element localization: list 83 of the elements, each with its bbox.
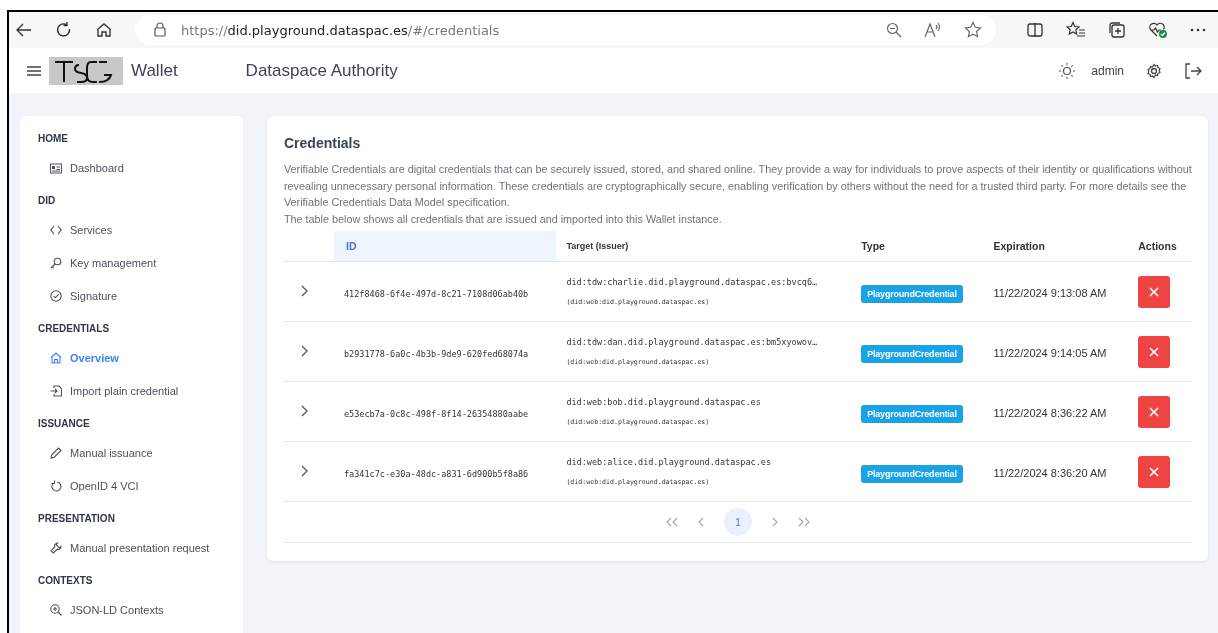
credential-id: 412f8468-6f4e-497d-8c21-7108d06ab40b <box>344 288 529 299</box>
close-icon <box>1149 406 1160 417</box>
credential-id: fa341c7c-e30a-48dc-a831-6d900b5f8a86 <box>344 468 529 479</box>
logo-icon <box>49 56 123 85</box>
wrench-icon <box>50 542 62 554</box>
back-icon[interactable] <box>15 21 33 39</box>
section-heading: CREDENTIALS <box>37 322 111 336</box>
page-title: Dataspace Authority <box>245 60 398 81</box>
zoom-in-icon <box>50 604 62 616</box>
zoom-out-icon[interactable] <box>886 22 902 38</box>
target-did: did:web:alice.did.playground.dataspac.es <box>566 457 773 467</box>
column-header[interactable]: Target (Issuer) <box>556 231 852 262</box>
settings-icon[interactable] <box>1146 62 1162 79</box>
chevron-right-icon[interactable] <box>300 344 308 357</box>
type-badge: PlaygroundCredential <box>861 284 963 303</box>
reload-icon[interactable] <box>55 21 73 39</box>
delete-button[interactable] <box>1138 275 1171 308</box>
home-icon[interactable] <box>95 21 113 39</box>
delete-button[interactable] <box>1138 335 1171 368</box>
section-heading: DID <box>37 194 57 208</box>
section-heading: PRESENTATION <box>37 512 116 526</box>
user-name[interactable]: admin <box>1091 63 1124 78</box>
card-title: Credentials <box>284 135 362 151</box>
split-screen-icon[interactable] <box>1026 21 1044 39</box>
expiration-date: 11/22/2024 9:13:08 AM <box>993 286 1107 299</box>
expiration-date: 11/22/2024 8:36:20 AM <box>993 466 1107 479</box>
app-name: Wallet <box>131 60 178 81</box>
chevron-right-icon[interactable] <box>300 464 308 477</box>
expiration-date: 11/22/2024 9:14:05 AM <box>993 346 1107 359</box>
nav-item[interactable]: Import plain credential <box>20 380 243 402</box>
credential-id: b2931778-6a0c-4b3b-9de9-620fed68074a <box>344 348 529 359</box>
section-heading: CONTEXTS <box>37 574 94 588</box>
logout-icon[interactable] <box>1184 62 1202 79</box>
type-badge: PlaygroundCredential <box>861 344 963 363</box>
page-button[interactable]: 1 <box>724 508 752 536</box>
expiration-date: 11/22/2024 8:36:22 AM <box>993 406 1107 419</box>
nav-item[interactable]: Signature <box>20 285 243 307</box>
type-badge: PlaygroundCredential <box>861 464 963 483</box>
refresh-icon <box>50 480 62 492</box>
close-icon <box>1149 346 1160 357</box>
health-icon[interactable] <box>1148 21 1168 39</box>
favorites-icon[interactable] <box>1066 21 1086 39</box>
type-badge: PlaygroundCredential <box>861 404 963 423</box>
section-heading: HOME <box>37 132 69 146</box>
target-did: did:tdw:dan.did.playground.dataspac.es:bm5xyowov… <box>566 337 819 347</box>
id-card-icon <box>50 162 62 174</box>
menu-icon[interactable] <box>27 64 41 77</box>
theme-icon[interactable] <box>1059 62 1076 79</box>
nav-item[interactable]: JSON-LD Contexts <box>20 599 243 621</box>
description-text: The table below shows all credentials that are issued and imported into this Wallet instance. <box>284 211 723 227</box>
description-text: Verifiable Credentials are digital credentials that can be securely issued, stored, and shared online. They provide a way for individuals to prove aspects of their identity or qualifications without revealing unnecessary personal information. These credentials are cryptographically secure, enabling verification by others without the need for a trusted third party. For more details see the Verifiable Credentials Data Model specification. <box>284 162 1192 210</box>
chevron-right-icon[interactable] <box>300 404 308 417</box>
close-icon <box>1149 286 1160 297</box>
target-did: did:tdw:charlie.did.playground.dataspac.es:bvcq6… <box>566 277 819 287</box>
delete-button[interactable] <box>1138 395 1171 428</box>
nav-item[interactable]: OpenID 4 VCI <box>20 475 243 497</box>
column-header[interactable]: Type <box>851 231 984 262</box>
nav-item[interactable]: Key management <box>20 252 243 274</box>
column-header[interactable]: Actions <box>1128 231 1192 262</box>
nav-item[interactable]: Manual presentation request <box>20 537 243 559</box>
column-header[interactable]: Expiration <box>983 231 1129 262</box>
column-header[interactable]: ID <box>334 231 557 262</box>
close-icon <box>1149 466 1160 477</box>
delete-button[interactable] <box>1138 455 1171 488</box>
code-icon <box>50 225 62 235</box>
nav-item[interactable]: Services <box>20 219 243 241</box>
nav-item[interactable]: Overview <box>20 347 243 369</box>
lock-icon <box>153 22 167 38</box>
read-aloud-icon[interactable] <box>924 22 942 38</box>
collections-icon[interactable] <box>1108 21 1126 39</box>
nav-item[interactable]: Dashboard <box>20 157 243 179</box>
star-icon[interactable] <box>964 21 982 39</box>
target-did: did:web:bob.did.playground.dataspac.es <box>566 397 762 407</box>
home-icon <box>50 352 62 364</box>
key-icon <box>50 257 62 269</box>
nav-item[interactable]: Manual issuance <box>20 442 243 464</box>
pencil-icon <box>50 447 62 459</box>
address-bar[interactable]: https://did.playground.dataspac.es/#/credentials <box>135 15 996 45</box>
section-heading: ISSUANCE <box>37 417 91 431</box>
check-circle-icon <box>50 290 62 302</box>
credential-id: e53ecb7a-0c8c-498f-8f14-26354880aabe <box>344 408 529 419</box>
import-icon <box>50 385 62 397</box>
chevron-right-icon[interactable] <box>300 284 308 297</box>
